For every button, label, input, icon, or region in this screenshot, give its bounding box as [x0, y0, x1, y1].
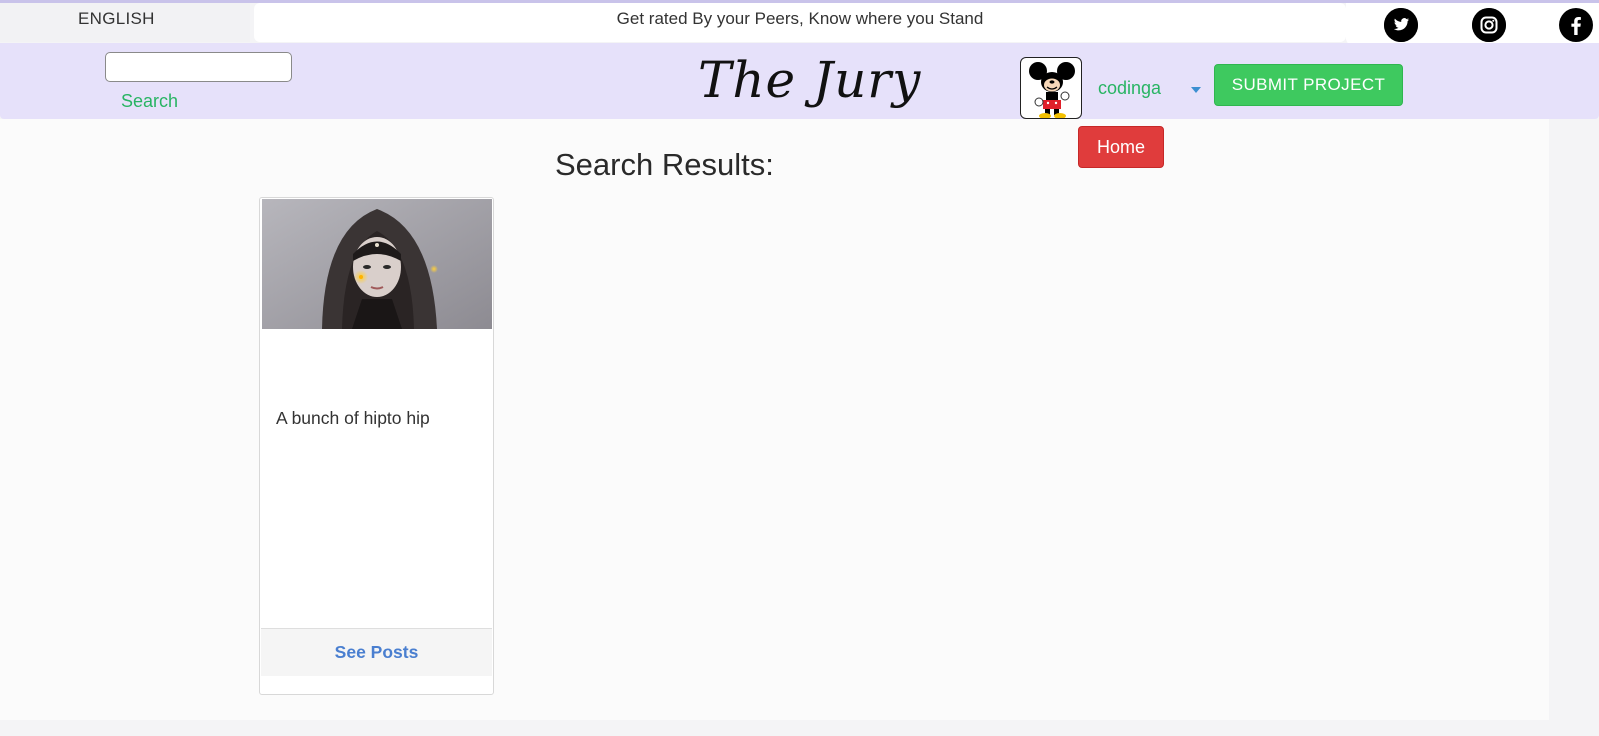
- site-brand[interactable]: The Jury: [698, 51, 921, 109]
- social-links: [1346, 3, 1599, 46]
- chevron-down-icon[interactable]: [1191, 87, 1201, 93]
- mickey-avatar[interactable]: [1020, 57, 1082, 119]
- language-label[interactable]: ENGLISH: [78, 9, 155, 29]
- result-card: A bunch of hipto hip See Posts: [259, 197, 494, 695]
- facebook-icon[interactable]: [1559, 8, 1593, 42]
- language-selector[interactable]: ENGLISH: [0, 3, 250, 42]
- page-title: Search Results:: [555, 147, 774, 182]
- search-input[interactable]: [105, 52, 292, 82]
- result-description: A bunch of hipto hip: [276, 408, 430, 428]
- submit-project-button[interactable]: SUBMIT PROJECT: [1214, 64, 1403, 106]
- search-button[interactable]: Search: [121, 91, 178, 112]
- tagline-banner: Get rated By your Peers, Know where you …: [254, 3, 1346, 42]
- home-button[interactable]: Home: [1078, 126, 1164, 168]
- main-content: Search Results: A bunch of hipto hip See…: [0, 119, 1549, 720]
- hooded-figure-image[interactable]: [262, 199, 492, 329]
- see-posts-link[interactable]: See Posts: [261, 628, 492, 676]
- user-menu-toggle[interactable]: codinga: [1098, 78, 1161, 99]
- main-navbar: Search The Jury codinga SUBMIT PROJECT: [0, 43, 1599, 119]
- twitter-icon[interactable]: [1384, 8, 1418, 42]
- instagram-icon[interactable]: [1472, 8, 1506, 42]
- tagline-text: Get rated By your Peers, Know where you …: [616, 9, 984, 28]
